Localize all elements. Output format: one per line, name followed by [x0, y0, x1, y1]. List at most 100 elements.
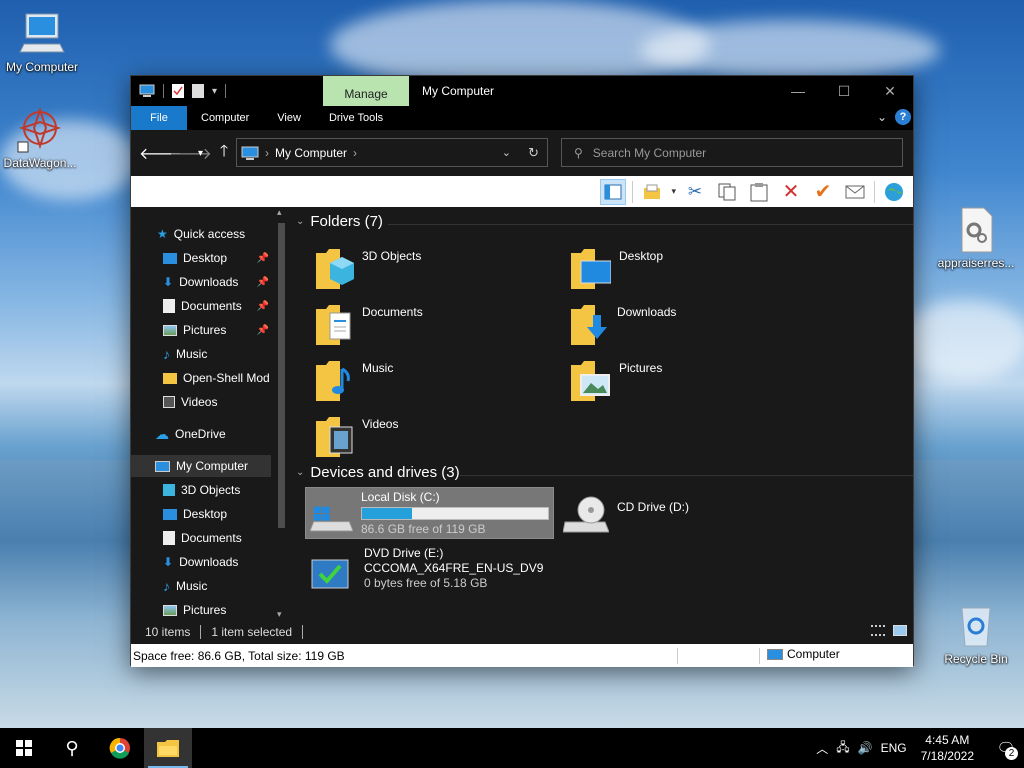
- properties-button[interactable]: ✔: [810, 179, 836, 205]
- network-icon[interactable]: 🖧: [836, 738, 849, 759]
- close-button[interactable]: ✕: [867, 76, 913, 106]
- nav-scrollbar-thumb[interactable]: [278, 223, 285, 528]
- nav-scrollbar[interactable]: ▴ ▾: [274, 207, 288, 620]
- pin-icon[interactable]: 📌: [257, 253, 269, 264]
- tab-drive-tools[interactable]: Drive Tools: [315, 106, 397, 130]
- drives-group-header[interactable]: ⌄ Devices and drives (3): [296, 464, 460, 481]
- content-pane[interactable]: ⌄ Folders (7) 3D Objects Desktop Documen…: [288, 207, 913, 620]
- forward-button[interactable]: 🡒: [169, 143, 212, 164]
- status-bar: 10 items 1 item selected: [131, 620, 913, 644]
- desktop-icon-datawagon[interactable]: DataWagon...: [0, 106, 82, 170]
- folder-videos[interactable]: Videos: [316, 413, 398, 457]
- nav-item-music[interactable]: ♪ Music: [131, 575, 271, 597]
- drive-local-disk-c[interactable]: Local Disk (C:) 86.6 GB free of 119 GB: [305, 487, 554, 539]
- start-button[interactable]: [0, 728, 48, 768]
- paste-button[interactable]: [746, 179, 772, 205]
- folder-downloads[interactable]: Downloads: [571, 301, 676, 345]
- navigation-pane[interactable]: ★ Quick access Desktop 📌 ⬇ Downloads 📌 Docum…: [131, 207, 288, 620]
- new-folder-button[interactable]: [639, 179, 665, 205]
- taskbar-chrome[interactable]: [96, 728, 144, 768]
- explorer-window[interactable]: ▾ Manage My Computer — ☐ ✕ File Computer…: [130, 75, 914, 667]
- 3d-objects-folder-icon: [316, 249, 354, 289]
- navigation-pane-button[interactable]: [600, 178, 627, 205]
- search-box[interactable]: ⚲ Search My Computer: [561, 138, 903, 167]
- scroll-up-icon[interactable]: ▴: [277, 207, 282, 218]
- window-title: My Computer: [422, 84, 495, 98]
- nav-item-desktop[interactable]: Desktop 📌: [131, 247, 271, 269]
- expand-ribbon-icon[interactable]: ⌄: [877, 110, 887, 124]
- copy-button[interactable]: [714, 179, 740, 205]
- scroll-down-icon[interactable]: ▾: [277, 609, 282, 620]
- nav-item-my-computer[interactable]: My Computer: [131, 455, 271, 477]
- pin-icon[interactable]: 📌: [257, 277, 269, 288]
- folder-pictures[interactable]: Pictures: [571, 357, 662, 401]
- tab-computer[interactable]: Computer: [187, 106, 263, 130]
- details-view-icon[interactable]: [871, 625, 885, 636]
- desktop-icon-recycle-bin[interactable]: Recycle Bin: [934, 602, 1018, 666]
- pin-icon[interactable]: 📌: [257, 325, 269, 336]
- nav-item-documents[interactable]: Documents 📌: [131, 295, 271, 317]
- nav-item-downloads[interactable]: ⬇ Downloads 📌: [131, 271, 271, 293]
- nav-item-open-shell[interactable]: Open-Shell Mod: [131, 367, 271, 389]
- folders-group-header[interactable]: ⌄ Folders (7): [296, 213, 383, 230]
- qat-dropdown-icon[interactable]: ▾: [212, 86, 217, 97]
- properties-icon[interactable]: [172, 84, 184, 98]
- folder-3d-objects[interactable]: 3D Objects: [316, 245, 421, 289]
- chevron-right-icon: ›: [265, 145, 269, 160]
- desktop-icon-my-computer[interactable]: My Computer: [0, 10, 84, 74]
- delete-button[interactable]: ✕: [778, 179, 804, 205]
- chrome-icon: [109, 737, 130, 759]
- tab-file[interactable]: File: [131, 106, 187, 130]
- input-language[interactable]: ENG: [881, 741, 907, 755]
- recent-locations-icon[interactable]: ▾: [198, 148, 203, 159]
- star-icon: ★: [157, 227, 168, 241]
- computer-icon: [241, 146, 259, 160]
- title-bar[interactable]: ▾ Manage My Computer — ☐ ✕: [131, 76, 913, 106]
- folder-documents[interactable]: Documents: [316, 301, 423, 345]
- notification-count: 2: [1005, 747, 1018, 760]
- nav-item-3d-objects[interactable]: 3D Objects: [131, 479, 271, 501]
- nav-item-desktop[interactable]: Desktop: [131, 503, 271, 525]
- nav-item-pictures[interactable]: Pictures: [131, 599, 271, 621]
- address-bar[interactable]: › My Computer › ⌄ ↻: [236, 138, 548, 167]
- nav-item-videos[interactable]: Videos: [131, 391, 271, 413]
- folder-desktop[interactable]: Desktop: [571, 245, 663, 289]
- show-hidden-icons-icon[interactable]: ︿: [816, 740, 828, 757]
- nav-item-pictures[interactable]: Pictures 📌: [131, 319, 271, 341]
- tab-view[interactable]: View: [263, 106, 315, 130]
- nav-item-documents[interactable]: Documents: [131, 527, 271, 549]
- folder-music[interactable]: Music: [316, 357, 393, 401]
- cd-drive-icon: [563, 496, 609, 533]
- action-center-button[interactable]: 🗨 2: [988, 728, 1024, 768]
- drive-dvd-e[interactable]: DVD Drive (E:) CCCOMA_X64FRE_EN-US_DV9 0…: [310, 546, 543, 592]
- drive-cd-d[interactable]: CD Drive (D:): [563, 494, 689, 534]
- taskbar-file-explorer[interactable]: [144, 728, 192, 768]
- tab-manage[interactable]: Manage: [323, 76, 409, 106]
- dropdown-icon[interactable]: ▾: [671, 186, 676, 197]
- help-icon[interactable]: ?: [895, 109, 911, 125]
- nav-item-music[interactable]: ♪ Music: [131, 343, 271, 365]
- email-button[interactable]: [842, 179, 868, 205]
- maximize-button[interactable]: ☐: [821, 76, 867, 106]
- desktop-icon-appraiserres[interactable]: appraiserres...: [934, 206, 1018, 270]
- minimize-button[interactable]: —: [775, 76, 821, 106]
- volume-icon[interactable]: 🔊: [858, 741, 873, 755]
- nav-item-downloads[interactable]: ⬇ Downloads: [131, 551, 271, 573]
- refresh-icon[interactable]: ↻: [528, 145, 539, 161]
- windows-logo-icon: [16, 740, 32, 756]
- address-path[interactable]: My Computer: [275, 146, 347, 160]
- pin-icon[interactable]: 📌: [257, 301, 269, 312]
- cut-button[interactable]: ✂: [682, 179, 708, 205]
- nav-item-onedrive[interactable]: ☁ OneDrive: [131, 423, 271, 445]
- clock[interactable]: 4:45 AM 7/18/2022: [915, 732, 980, 764]
- back-button[interactable]: 🡐: [139, 143, 182, 164]
- large-icons-view-icon[interactable]: [893, 625, 907, 636]
- search-button[interactable]: ⚲: [48, 728, 96, 768]
- up-button[interactable]: 🡑: [213, 140, 235, 167]
- chevron-right-icon[interactable]: ›: [353, 146, 357, 160]
- address-dropdown-icon[interactable]: ⌄: [502, 146, 511, 159]
- new-folder-icon[interactable]: [192, 84, 204, 98]
- nav-item-quick-access[interactable]: ★ Quick access: [131, 223, 271, 245]
- taskbar: ⚲ ︿ 🖧 🔊 ENG 4:45 AM 7/18/2022 🗨 2: [0, 728, 1024, 768]
- internet-options-button[interactable]: [881, 179, 907, 205]
